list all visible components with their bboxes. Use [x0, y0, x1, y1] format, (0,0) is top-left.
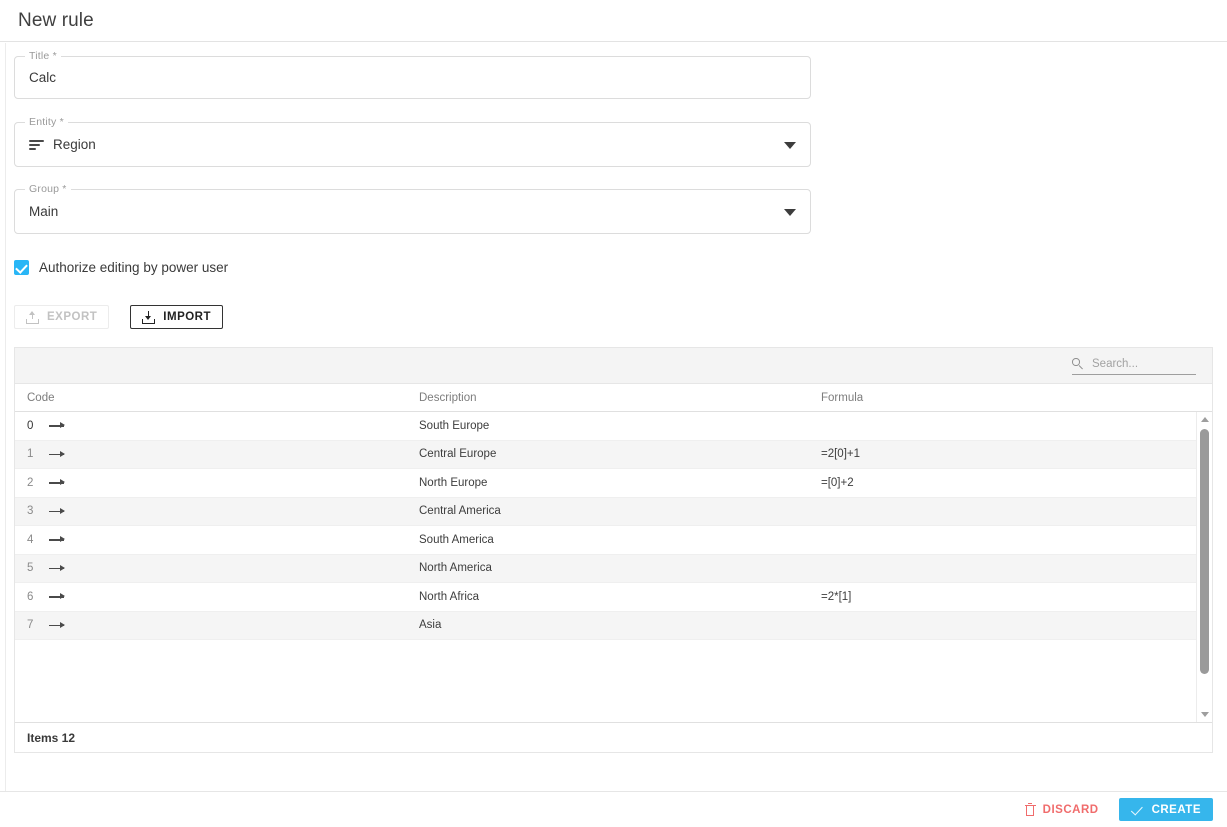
export-button-label: EXPORT — [47, 311, 98, 323]
arrow-right-icon[interactable] — [49, 421, 69, 431]
arrow-right-icon[interactable] — [49, 449, 69, 459]
import-button-label: IMPORT — [163, 311, 212, 323]
arrow-right-icon[interactable] — [49, 478, 69, 488]
chevron-down-icon[interactable] — [784, 208, 796, 216]
cell-code: 7 — [15, 619, 419, 631]
cell-code: 2 — [15, 477, 419, 489]
bottom-action-bar: DISCARD CREATE — [0, 791, 1227, 827]
page-header: New rule — [0, 0, 1227, 42]
table-toolbar — [15, 348, 1212, 384]
table-rows: 0 South Europe 1 Central Europe =2[0]+1 2 Nort… — [15, 412, 1212, 640]
authorize-editing-checkbox-row[interactable]: Authorize editing by power user — [14, 260, 1227, 275]
table-row[interactable]: 0 South Europe — [15, 412, 1212, 441]
code-value: 7 — [27, 619, 34, 632]
scroll-up-arrow-icon[interactable] — [1197, 412, 1212, 427]
download-icon — [142, 310, 156, 324]
scrollbar-thumb[interactable] — [1200, 429, 1209, 674]
table-row[interactable]: 6 North Africa =2*[1] — [15, 583, 1212, 612]
cell-code: 0 — [15, 420, 419, 432]
authorize-editing-label: Authorize editing by power user — [39, 260, 229, 275]
cell-code: 3 — [15, 505, 419, 517]
group-select[interactable]: Group * Main — [14, 183, 811, 234]
cell-code: 4 — [15, 534, 419, 546]
cell-formula: =2*[1] — [821, 590, 852, 603]
cell-formula: =2[0]+1 — [821, 448, 861, 461]
code-value: 6 — [27, 590, 34, 603]
entity-field-value: Region — [53, 137, 96, 152]
group-field-value: Main — [29, 204, 59, 219]
table-row[interactable]: 1 Central Europe =2[0]+1 — [15, 440, 1212, 469]
new-rule-page: New rule Title * Calc Entity * Region Gr… — [0, 0, 1227, 827]
import-button[interactable]: IMPORT — [130, 305, 224, 329]
cell-description: Central America — [419, 505, 501, 518]
cell-description: South America — [419, 533, 494, 546]
discard-button[interactable]: DISCARD — [1015, 798, 1109, 821]
code-value: 1 — [27, 448, 34, 461]
table-row[interactable]: 5 North America — [15, 554, 1212, 583]
cell-formula: =[0]+2 — [821, 476, 854, 489]
trash-icon — [1024, 803, 1036, 816]
create-button-label: CREATE — [1151, 803, 1201, 816]
discard-button-label: DISCARD — [1042, 803, 1099, 816]
table-row[interactable]: 3 Central America — [15, 497, 1212, 526]
code-value: 5 — [27, 562, 34, 575]
column-header-formula[interactable]: Formula — [821, 392, 1212, 404]
arrow-right-icon[interactable] — [49, 592, 69, 602]
search-input[interactable] — [1090, 356, 1196, 371]
cell-code: 1 — [15, 448, 419, 460]
arrow-right-icon[interactable] — [49, 620, 69, 630]
cell-description: South Europe — [419, 419, 490, 432]
cell-code: 6 — [15, 591, 419, 603]
table-row[interactable]: 7 Asia — [15, 611, 1212, 640]
entity-select[interactable]: Entity * Region — [14, 116, 811, 167]
search-box[interactable] — [1072, 356, 1196, 375]
code-value: 2 — [27, 476, 34, 489]
group-field-legend: Group * — [25, 183, 71, 195]
export-button[interactable]: EXPORT — [14, 305, 110, 329]
cell-description: North America — [419, 562, 492, 575]
checkbox-checked-icon[interactable] — [14, 260, 29, 275]
arrow-right-icon[interactable] — [49, 506, 69, 516]
cell-description: North Europe — [419, 476, 488, 489]
table-row[interactable]: 2 North Europe =[0]+2 — [15, 469, 1212, 498]
table-vertical-scrollbar[interactable] — [1196, 412, 1212, 722]
table-row[interactable]: 4 South America — [15, 526, 1212, 555]
entity-field-legend: Entity * — [25, 116, 68, 128]
import-export-button-row: EXPORT IMPORT — [14, 305, 1227, 329]
scroll-down-arrow-icon[interactable] — [1197, 707, 1212, 722]
title-field-value: Calc — [29, 70, 57, 85]
column-header-code[interactable]: Code — [15, 392, 419, 404]
arrow-right-icon[interactable] — [49, 563, 69, 573]
create-button[interactable]: CREATE — [1118, 798, 1213, 821]
title-field[interactable]: Title * Calc — [14, 50, 811, 99]
page-title: New rule — [18, 9, 94, 31]
code-value: 3 — [27, 505, 34, 518]
table-body: 0 South Europe 1 Central Europe =2[0]+1 2 Nort… — [15, 412, 1212, 722]
chevron-down-icon[interactable] — [784, 141, 796, 149]
cell-code: 5 — [15, 562, 419, 574]
left-rail-divider — [5, 43, 6, 827]
rule-table-card: Code Description Formula 0 South Europe 1 C… — [14, 347, 1213, 753]
cell-description: Asia — [419, 619, 442, 632]
search-icon — [1072, 358, 1083, 370]
title-field-legend: Title * — [25, 50, 61, 62]
items-count-label: Items 12 — [27, 730, 76, 745]
code-value: 0 — [27, 419, 34, 432]
rule-form: Title * Calc Entity * Region Group * Mai… — [0, 42, 1227, 329]
cell-description: Central Europe — [419, 448, 497, 461]
arrow-right-icon[interactable] — [49, 535, 69, 545]
column-header-description[interactable]: Description — [419, 392, 821, 404]
cell-description: North Africa — [419, 590, 480, 603]
code-value: 4 — [27, 533, 34, 546]
upload-icon — [26, 310, 39, 324]
list-icon — [29, 139, 44, 150]
check-icon — [1131, 804, 1145, 815]
table-header-row: Code Description Formula — [15, 384, 1212, 412]
table-footer: Items 12 — [15, 722, 1212, 752]
